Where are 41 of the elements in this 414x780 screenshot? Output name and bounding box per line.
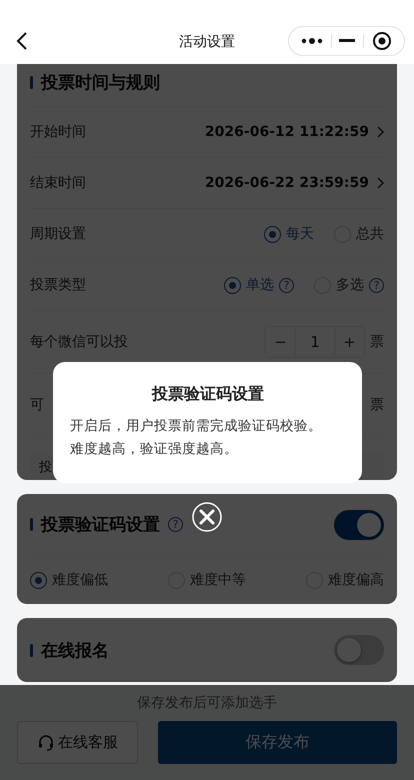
option-label[interactable]: 难度偏低 xyxy=(52,571,108,589)
field-label: 开始时间 xyxy=(30,123,87,141)
radio-button[interactable] xyxy=(30,572,47,588)
section-title: 投票验证码设置 xyxy=(41,514,160,536)
option-label[interactable]: 每天 xyxy=(286,225,314,243)
field-label: 结束时间 xyxy=(30,174,87,192)
unit-label: 票 xyxy=(370,333,384,351)
page-title: 活动设置 xyxy=(179,33,235,51)
help-icon[interactable]: ? xyxy=(279,278,294,292)
help-icon[interactable]: ? xyxy=(369,278,384,292)
toggle-switch[interactable] xyxy=(334,635,384,665)
dialog-title: 投票验证码设置 xyxy=(150,384,265,405)
publish-button[interactable]: 保存发布 xyxy=(158,721,397,764)
dialog-text: 开启后，用户投票前需完成验证码校验。难度越高，验证强度越高。 xyxy=(70,417,323,459)
headset-icon xyxy=(37,734,55,752)
option-label[interactable]: 总共 xyxy=(356,225,384,243)
option-label[interactable]: 难度中等 xyxy=(190,571,246,589)
field-label: 周期设置 xyxy=(30,225,87,243)
toggle-switch[interactable] xyxy=(334,510,384,540)
radio-button[interactable] xyxy=(264,226,281,242)
date-value[interactable]: 2026-06-12 11:22:59 xyxy=(204,124,369,140)
section-title: 投票时间与规则 xyxy=(41,72,160,94)
minimize-icon[interactable] xyxy=(339,39,356,43)
help-icon[interactable]: ? xyxy=(168,517,183,532)
option-label[interactable]: 多选 xyxy=(336,276,364,294)
date-value[interactable]: 2026-06-22 23:59:59 xyxy=(204,175,369,191)
section-title: 在线报名 xyxy=(41,640,109,662)
customer-service-button[interactable]: 在线客服 xyxy=(17,721,138,764)
more-icon[interactable] xyxy=(300,37,323,45)
chevron-icon xyxy=(377,177,384,189)
back-icon[interactable] xyxy=(16,31,28,51)
option-label[interactable]: 难度偏高 xyxy=(328,571,384,589)
radio-button[interactable] xyxy=(224,276,241,294)
field-label: 可 xyxy=(30,396,45,414)
unit-label: 票 xyxy=(370,396,384,414)
option-label[interactable]: 单选 xyxy=(246,276,274,294)
close-mini-program-icon[interactable] xyxy=(372,31,392,51)
chevron-icon xyxy=(377,126,384,138)
close-icon[interactable] xyxy=(192,502,222,532)
field-label: 投票类型 xyxy=(30,276,87,294)
field-label: 每个微信可以投 xyxy=(30,333,129,351)
